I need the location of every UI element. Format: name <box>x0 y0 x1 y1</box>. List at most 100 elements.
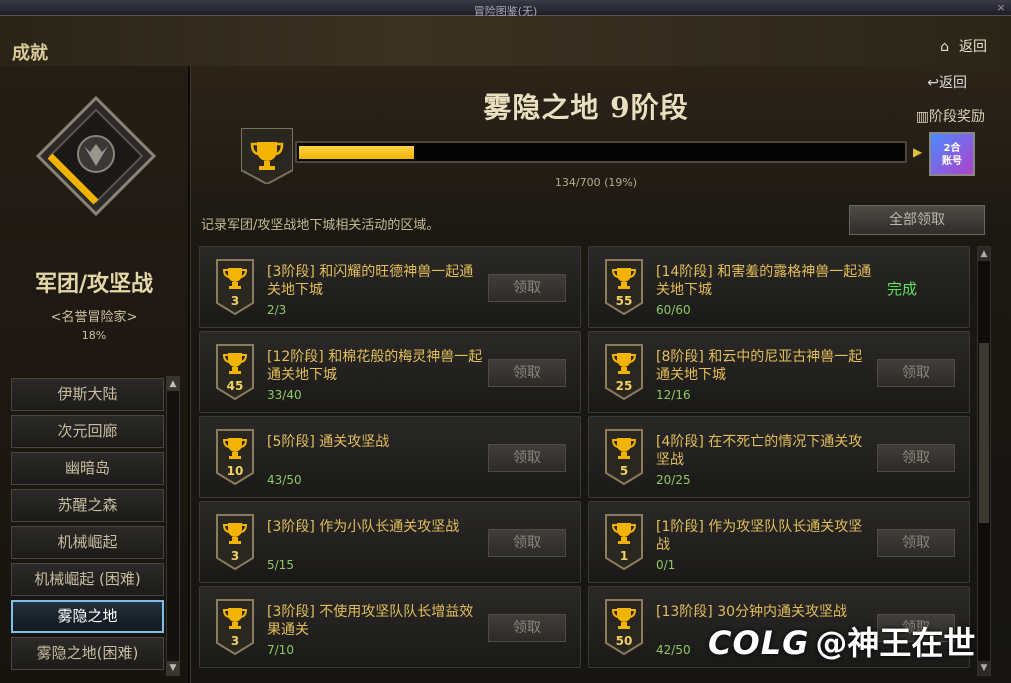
achievement-badge: 10 <box>216 429 254 485</box>
achievement-badge: 1 <box>605 514 643 570</box>
window-titlebar: 冒险图鉴(无) × <box>0 0 1011 18</box>
category-emblem-icon <box>36 96 156 216</box>
achievement-progress: 33/40 <box>267 388 302 402</box>
claim-button[interactable]: 领取 <box>488 274 566 302</box>
scroll-up-icon[interactable]: ▲ <box>978 247 990 261</box>
claim-button[interactable]: 领取 <box>488 614 566 642</box>
claim-button[interactable]: 领取 <box>488 444 566 472</box>
top-bar: 成就 ⌂ 返回 <box>0 16 1011 66</box>
category-panel: 军团/攻坚战 <名誉冒险家> 18% 伊斯大陆次元回廊幽暗岛苏醒之森机械崛起机械… <box>0 66 188 683</box>
claim-button[interactable]: 领取 <box>877 359 955 387</box>
achievement-progress: 20/25 <box>656 473 691 487</box>
achievement-progress: 42/50 <box>656 643 691 657</box>
achievement-card: 25 [8阶段] 和云中的尼亚古神兽一起通关地下城 12/16 领取 <box>588 331 970 413</box>
achievement-badge: 45 <box>216 344 254 400</box>
gift-icon: ▥ <box>915 109 929 125</box>
achievement-card: 3 [3阶段] 不使用攻坚队队长增益效果通关 7/10 领取 <box>199 586 581 668</box>
claim-button[interactable]: 领取 <box>488 529 566 557</box>
badge-points: 10 <box>226 464 244 478</box>
dungeon-list-item[interactable]: 机械崛起 (困难) <box>11 563 164 596</box>
achievement-badge: 25 <box>605 344 643 400</box>
achievement-progress: 12/16 <box>656 388 691 402</box>
achievement-badge: 3 <box>216 514 254 570</box>
progress-arrow-icon: ▶ <box>913 145 923 159</box>
watermark-logo: COLG <box>708 624 810 662</box>
achievement-badge: 3 <box>216 259 254 315</box>
progress-text: 134/700 (19%) <box>554 176 638 189</box>
watermark: COLG @神王在世 <box>708 618 975 664</box>
badge-points: 55 <box>615 294 633 308</box>
achievement-progress: 5/15 <box>267 558 294 572</box>
stage-reward-label: 阶段奖励 <box>929 109 985 125</box>
achievement-card: 55 [14阶段] 和害羞的露格神兽一起通关地下城 60/60 完成 <box>588 246 970 328</box>
badge-points: 1 <box>619 549 629 563</box>
achievement-name: [5阶段] 通关攻坚战 <box>267 434 390 450</box>
achievement-progress: 7/10 <box>267 643 294 657</box>
achievement-card: 1 [1阶段] 作为攻坚队队长通关攻坚战 0/1 领取 <box>588 501 970 583</box>
badge-points: 25 <box>615 379 633 393</box>
category-subtitle: <名誉冒险家> <box>50 310 138 325</box>
section-title: 成就 <box>12 43 48 64</box>
achievement-name: [4阶段] 在不死亡的情况下通关攻坚战 <box>656 434 863 468</box>
badge-points: 3 <box>230 634 240 648</box>
achievement-scrollbar[interactable]: ▲ ▼ <box>977 246 991 676</box>
dungeon-list-item[interactable]: 苏醒之森 <box>11 489 164 522</box>
dungeon-list-item[interactable]: 伊斯大陆 <box>11 378 164 411</box>
home-back-button[interactable]: ⌂ 返回 <box>940 36 987 56</box>
home-icon: ⌂ <box>940 39 949 55</box>
stage-progress-bar <box>295 141 907 163</box>
achievement-panel: ↩返回 雾隐之地 9阶段 ▥阶段奖励 ▶ 2合 账号 134/700 (19%)… <box>190 66 1011 683</box>
dungeon-list-scrollbar[interactable]: ▲ ▼ <box>166 376 180 676</box>
dungeon-list-item[interactable]: 机械崛起 <box>11 526 164 559</box>
achievement-card: 3 [3阶段] 和闪耀的旺德神兽一起通关地下城 2/3 领取 <box>199 246 581 328</box>
achievement-progress: 60/60 <box>656 303 691 317</box>
badge-points: 45 <box>226 379 244 393</box>
achievement-card: 3 [3阶段] 作为小队长通关攻坚战 5/15 领取 <box>199 501 581 583</box>
achievement-name: [3阶段] 和闪耀的旺德神兽一起通关地下城 <box>267 264 474 298</box>
completed-status: 完成 <box>887 280 918 298</box>
dungeon-list-item[interactable]: 雾隐之地(困难) <box>11 637 164 670</box>
dungeon-list-item[interactable]: 雾隐之地 <box>11 600 164 633</box>
achievement-card: 10 [5阶段] 通关攻坚战 43/50 领取 <box>199 416 581 498</box>
badge-points: 3 <box>230 294 240 308</box>
badge-points: 50 <box>615 634 633 648</box>
scroll-down-icon[interactable]: ▼ <box>167 661 179 675</box>
dungeon-list: 伊斯大陆次元回廊幽暗岛苏醒之森机械崛起机械崛起 (困难) 雾隐之地雾隐之地(困难) <box>11 378 164 674</box>
stage-reward-item[interactable]: 2合 账号 <box>929 132 975 176</box>
area-description: 记录军团/攻坚战地下城相关活动的区域。 <box>201 218 440 233</box>
stage-title: 雾隐之地 9阶段 <box>483 91 689 124</box>
achievement-name: [8阶段] 和云中的尼亚古神兽一起通关地下城 <box>656 349 863 383</box>
claim-button[interactable]: 领取 <box>877 444 955 472</box>
achievement-name: [12阶段] 和棉花般的梅灵神兽一起通关地下城 <box>267 349 483 383</box>
achievement-card: 5 [4阶段] 在不死亡的情况下通关攻坚战 20/25 领取 <box>588 416 970 498</box>
achievement-progress: 2/3 <box>267 303 287 317</box>
achievement-card: 45 [12阶段] 和棉花般的梅灵神兽一起通关地下城 33/40 领取 <box>199 331 581 413</box>
stage-progress-fill <box>299 146 414 159</box>
badge-points: 3 <box>230 549 240 563</box>
badge-points: 5 <box>619 464 629 478</box>
reward-item-label: 2合 账号 <box>942 143 962 167</box>
achievement-badge: 55 <box>605 259 643 315</box>
stage-reward-button[interactable]: ▥阶段奖励 <box>916 106 985 126</box>
achievement-badge: 3 <box>216 599 254 655</box>
home-back-label: 返回 <box>959 39 987 55</box>
close-icon[interactable]: × <box>993 0 1009 15</box>
category-percent: 18% <box>81 329 107 342</box>
scroll-up-icon[interactable]: ▲ <box>167 377 179 391</box>
category-title: 军团/攻坚战 <box>34 271 154 297</box>
achievement-badge: 50 <box>605 599 643 655</box>
achievement-progress: 0/1 <box>656 558 676 572</box>
dungeon-list-item[interactable]: 幽暗岛 <box>11 452 164 485</box>
claim-button[interactable]: 领取 <box>488 359 566 387</box>
dungeon-list-item[interactable]: 次元回廊 <box>11 415 164 448</box>
achievement-name: [3阶段] 作为小队长通关攻坚战 <box>267 519 460 535</box>
achievement-badge: 5 <box>605 429 643 485</box>
claim-button[interactable]: 领取 <box>877 529 955 557</box>
claim-all-button[interactable]: 全部领取 <box>849 205 985 235</box>
scroll-thumb[interactable] <box>979 343 989 523</box>
watermark-text: @神王在世 <box>815 624 976 662</box>
achievement-name: [1阶段] 作为攻坚队队长通关攻坚战 <box>656 519 863 553</box>
achievement-progress: 43/50 <box>267 473 302 487</box>
achievement-name: [14阶段] 和害羞的露格神兽一起通关地下城 <box>656 264 872 298</box>
scroll-down-icon[interactable]: ▼ <box>978 661 990 675</box>
